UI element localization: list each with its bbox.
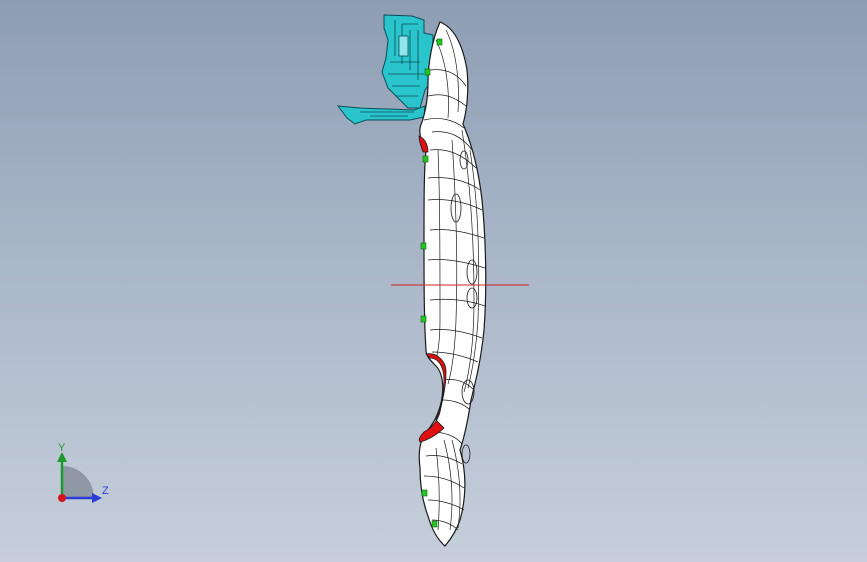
marker (420, 315, 427, 323)
marker (420, 242, 427, 250)
z-axis-arrowhead (92, 493, 102, 503)
z-axis-label: Z (102, 485, 109, 497)
bracket-arm (336, 105, 426, 125)
cyan-bracket[interactable] (336, 14, 434, 125)
model-scene[interactable] (0, 0, 867, 562)
oval-feature-6 (461, 444, 471, 464)
marker (422, 155, 429, 163)
main-part-body (418, 21, 487, 547)
marker (424, 68, 431, 76)
marker (436, 38, 443, 46)
marker (431, 520, 438, 528)
bracket-slot (398, 35, 409, 57)
bracket-upright (381, 14, 434, 109)
triad-quarter-disc (62, 466, 94, 498)
3d-viewport[interactable]: Y Z (0, 0, 867, 562)
coordinate-triad: Y Z (48, 440, 118, 510)
x-axis-dot (58, 494, 66, 502)
y-axis-label: Y (58, 442, 66, 454)
marker (421, 489, 428, 497)
main-part[interactable] (418, 21, 487, 547)
